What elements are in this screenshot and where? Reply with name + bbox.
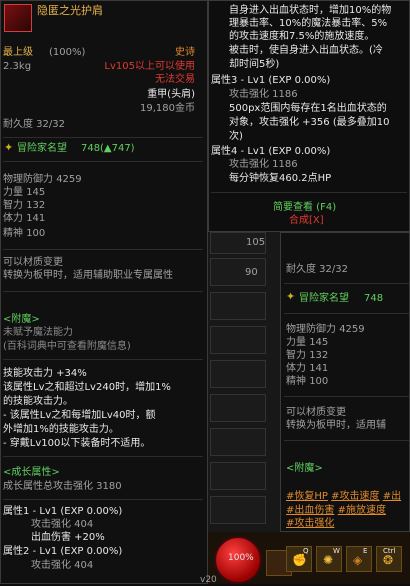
attr3-title: 属性3 - Lv1 (EXP 0.00%) xyxy=(211,75,331,86)
right-stat-phys-def: 物理防御力 4259 xyxy=(286,324,365,335)
skill-line-3: 的技能攻击力。 xyxy=(3,396,73,407)
item-grade: 最上级 xyxy=(3,47,33,58)
growth-total: 成长属性总攻击强化 3180 xyxy=(3,481,122,492)
growth-attr-1-line-1: 攻击强化 404 xyxy=(31,519,94,530)
attr4-title: 属性4 - Lv1 (EXP 0.00%) xyxy=(211,146,331,157)
growth-attr-1-line-2: 出血伤害 +20% xyxy=(31,532,105,543)
item-icon xyxy=(4,4,32,32)
effect-desc-4: 被击时，使自身进入出血状态。(冷 xyxy=(229,45,383,56)
enchant-tags-row-2: #出血伤害 #施放速度 xyxy=(286,505,386,517)
skill-line-2: 该属性Lv之和超过Lv240时，增加1% xyxy=(3,382,171,393)
attr3-desc-3: 次) xyxy=(229,131,243,142)
attr4-line-2: 每分钟恢复460.2点HP xyxy=(229,173,332,184)
skill-slot-w[interactable]: W ✺ xyxy=(316,546,342,572)
material-change-note: 转换为板甲时，适用辅助职业专属属性 xyxy=(3,270,173,281)
effect-desc-1: 自身进入出血状态时，增加10%的物 xyxy=(229,5,392,16)
middle-slot-7 xyxy=(210,428,266,456)
right-stat-vitality: 体力 141 xyxy=(286,363,329,374)
middle-strip: 105 90 xyxy=(208,232,280,532)
stat-spirit: 精神 100 xyxy=(3,228,46,239)
item-weight: 2.3kg xyxy=(3,61,32,72)
skill-slot-q[interactable]: Q ✊ xyxy=(286,546,312,572)
item-grade-percent: (100%) xyxy=(49,47,86,58)
attr3-desc-2: 对象，攻击强化 +356 (最多叠加10 xyxy=(229,117,390,128)
tag-hp-recovery: #恢复HP xyxy=(286,491,328,502)
attr3-desc-1: 500px范围内每存在1名出血状态的 xyxy=(229,103,387,114)
tag-cast-speed: #施放速度 xyxy=(337,505,386,516)
synthesis-button[interactable]: 合成[X] xyxy=(289,215,324,227)
item-tooltip-left: 隐匿之光护肩 最上级 (100%) 史诗 2.3kg Lv105以上可以使用 无… xyxy=(0,0,208,584)
middle-slot-8 xyxy=(210,462,266,490)
reputation-label: 冒险家名望 xyxy=(17,143,67,154)
growth-attr-2-title: 属性2 - Lv1 (EXP 0.00%) xyxy=(3,546,123,557)
skill-line-4: - 该属性Lv之和每增加Lv40时，额 xyxy=(3,410,156,421)
skill-line-5: 外增加1%的技能攻击力。 xyxy=(3,424,119,435)
right-material-change-note: 转换为板甲时，适用辅 xyxy=(286,420,386,431)
effect-desc-3: 的攻击速度和7.5%的施放速度。 xyxy=(229,31,375,42)
right-reputation-label: 冒险家名望 xyxy=(299,293,349,304)
effect-desc-2: 理暴击率、10%的魔法暴击率、5% xyxy=(229,18,388,29)
trade-status: 无法交易 xyxy=(155,74,195,85)
fist-icon: ✊ xyxy=(292,553,307,567)
stat-vitality: 体力 141 xyxy=(3,213,46,224)
skill-line-6: - 穿戴Lv100以下装备时不适用。 xyxy=(3,438,151,449)
middle-slot-1: 105 xyxy=(210,232,266,254)
right-durability: 耐久度 32/32 xyxy=(286,264,348,275)
right-stat-strength: 力量 145 xyxy=(286,337,329,348)
enchant-tags-row-3: #攻击强化 xyxy=(286,518,334,530)
middle-slot-6 xyxy=(210,394,266,422)
middle-slot-3 xyxy=(210,292,266,320)
level-requirement: Lv105以上可以使用 xyxy=(104,61,195,72)
item-price: 19,180金币 xyxy=(140,103,195,114)
stat-strength: 力量 145 xyxy=(3,187,46,198)
hp-percent: 100% xyxy=(228,553,254,563)
middle-slot-2: 90 xyxy=(210,258,266,286)
tag-attack-speed: #攻击速度 xyxy=(331,491,380,502)
skill-line-1: 技能攻击力 +34% xyxy=(3,368,87,379)
growth-header: <成长属性> xyxy=(3,467,60,478)
attr3-line-1: 攻击强化 1186 xyxy=(229,89,298,100)
middle-slot-5 xyxy=(210,360,266,388)
enchant-tags-row-1: #恢复HP #攻击速度 #出 xyxy=(286,491,401,503)
durability: 耐久度 32/32 xyxy=(3,119,65,130)
right-enchant-header: <附魔> xyxy=(286,463,323,474)
right-reputation-icon: ✦ xyxy=(286,290,296,303)
middle-slot-9 xyxy=(210,496,266,524)
right-material-change: 可以材质变更 xyxy=(286,407,346,418)
equip-type: 重甲(头肩) xyxy=(147,89,195,100)
enchant-hint: (百科词典中可查看附魔信息) xyxy=(3,341,131,352)
level-fragment: v20 xyxy=(200,575,217,585)
swirl-icon: ❂ xyxy=(383,553,394,567)
tag-attack-boost: #攻击强化 xyxy=(286,518,335,529)
item-rarity: 史诗 xyxy=(175,47,195,58)
enchant-header: <附魔> xyxy=(3,314,40,325)
hp-orb: 100% xyxy=(214,536,262,584)
middle-slot-4 xyxy=(210,326,266,354)
stat-intelligence: 智力 132 xyxy=(3,200,46,211)
effect-desc-5: 却时间5秒) xyxy=(229,59,280,70)
tag-bleed-damage: #出血伤害 xyxy=(286,505,335,516)
growth-attr-2-line-1: 攻击强化 404 xyxy=(31,560,94,571)
item-name: 隐匿之光护肩 xyxy=(37,4,103,17)
growth-attr-1-title: 属性1 - Lv1 (EXP 0.00%) xyxy=(3,506,123,517)
shield-icon: ◈ xyxy=(353,553,363,567)
right-stat-intelligence: 智力 132 xyxy=(286,350,329,361)
material-change: 可以材质变更 xyxy=(3,257,63,268)
attr4-line-1: 攻击强化 1186 xyxy=(229,159,298,170)
stat-phys-def: 物理防御力 4259 xyxy=(3,174,82,185)
item-tooltip-right: 耐久度 32/32 ✦ 冒险家名望 748 物理防御力 4259 力量 145 … xyxy=(280,232,410,532)
item-tooltip-right-top: 自身进入出血状态时，增加10%的物 理暴击率、10%的魔法暴击率、5% 的攻击速… xyxy=(208,0,410,232)
tag-partial: #出 xyxy=(382,491,402,502)
whirl-icon: ✺ xyxy=(323,553,334,567)
reputation-icon: ✦ xyxy=(4,141,14,154)
skill-slot-ctrl[interactable]: Ctrl ❂ xyxy=(376,546,402,572)
reputation-value: 748 xyxy=(81,143,101,154)
reputation-diff: (▲747) xyxy=(100,143,135,154)
enchant-none: 未赋予魔法能力 xyxy=(3,327,73,338)
skill-slot-e[interactable]: E ◈ xyxy=(346,546,372,572)
right-stat-spirit: 精神 100 xyxy=(286,376,329,387)
right-reputation-value: 748 xyxy=(364,293,384,304)
brief-view-button[interactable]: 简要查看 (F4) xyxy=(273,202,336,214)
